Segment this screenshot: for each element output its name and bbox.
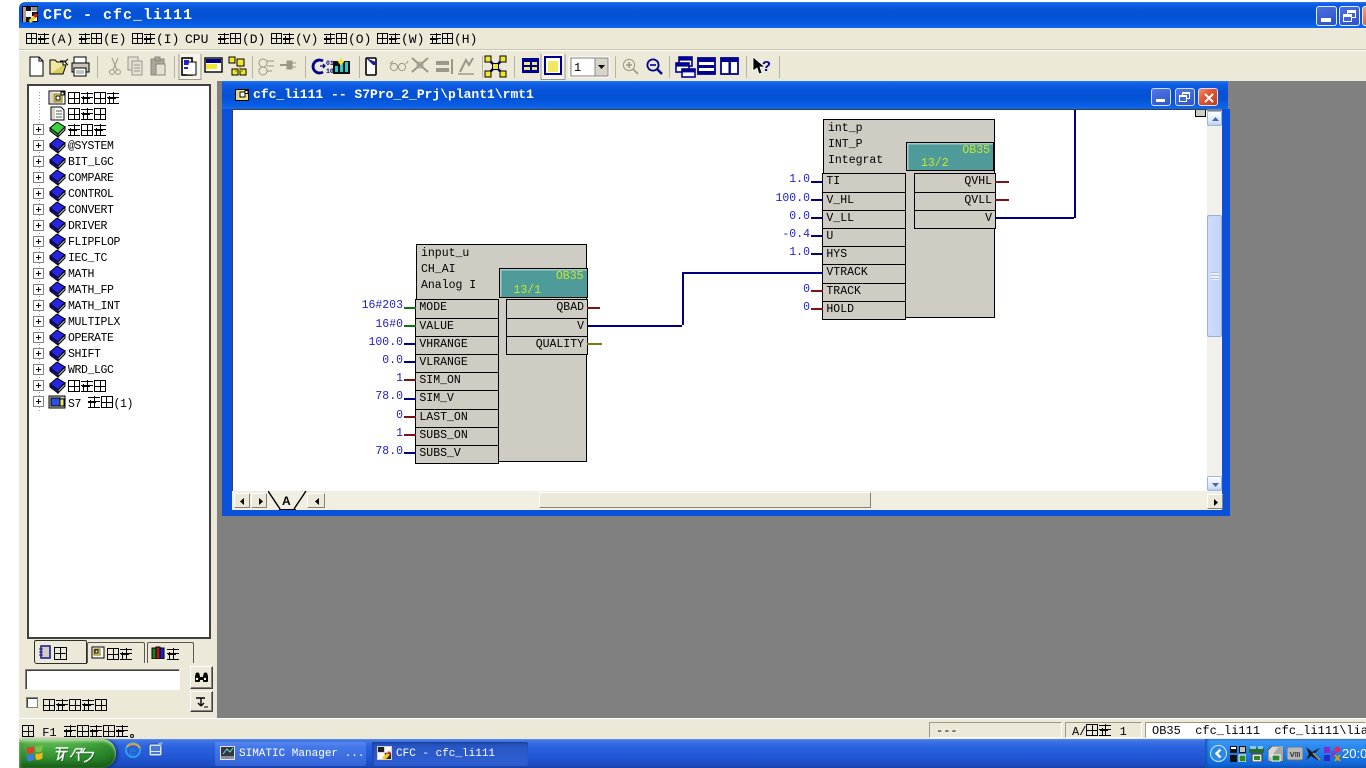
svg-text:01: 01 bbox=[326, 60, 334, 67]
svg-text:e: e bbox=[129, 745, 136, 759]
svg-text:10: 10 bbox=[326, 68, 334, 75]
svg-text:1: 1 bbox=[574, 61, 581, 75]
svg-text:?: ? bbox=[762, 59, 771, 76]
svg-text:A: A bbox=[282, 494, 291, 508]
svg-text:vm: vm bbox=[1290, 750, 1301, 760]
